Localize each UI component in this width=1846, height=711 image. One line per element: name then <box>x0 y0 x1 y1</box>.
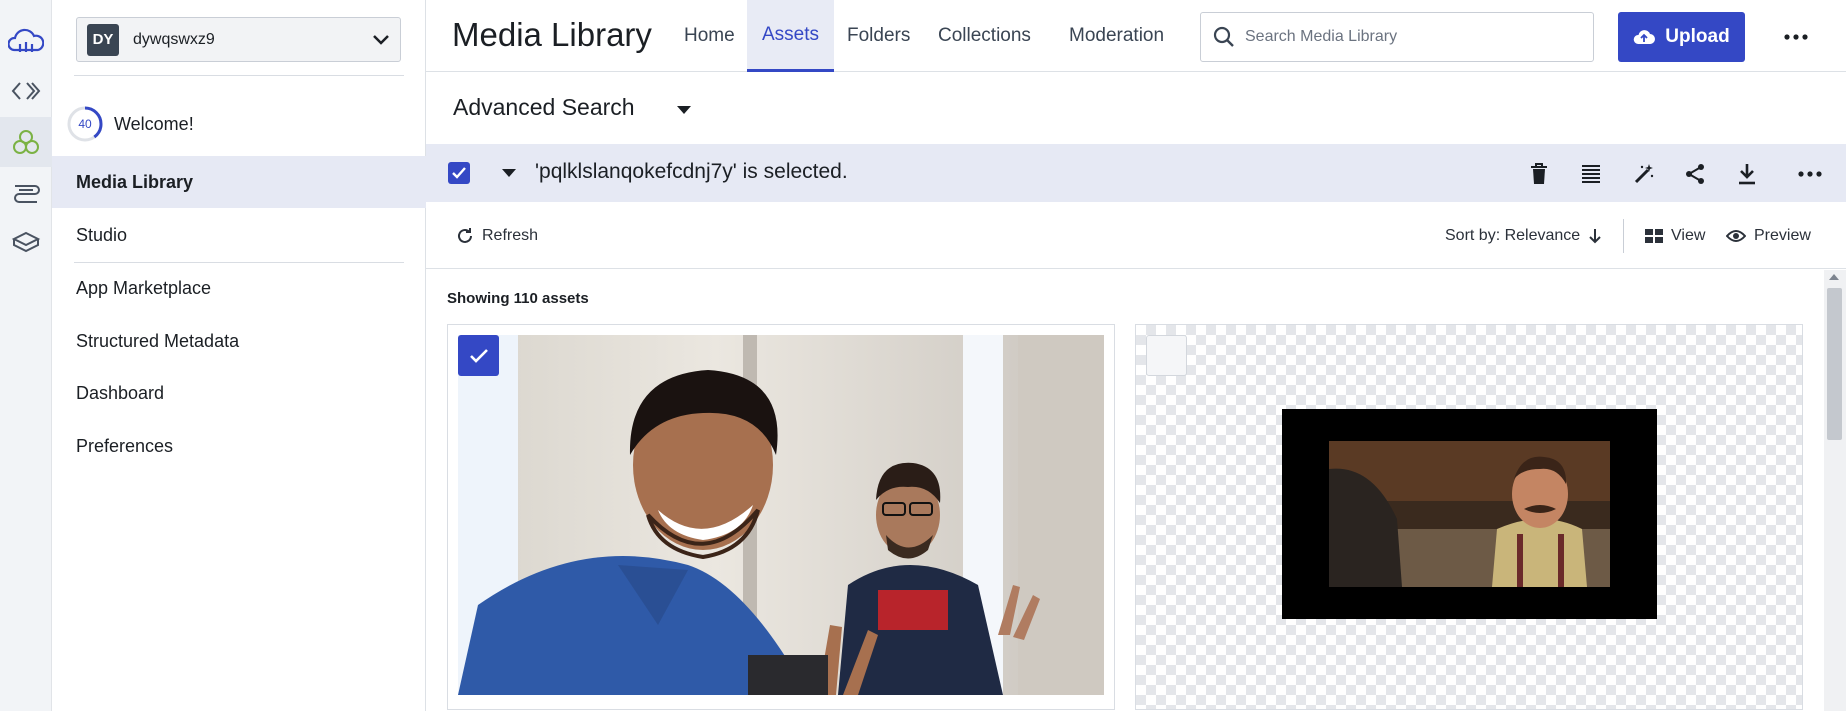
advanced-search-label[interactable]: Advanced Search <box>453 94 635 121</box>
page-title: Media Library <box>452 16 652 53</box>
top-header: Media Library Home Assets Folders Collec… <box>426 0 1846 72</box>
asset-thumbnail-photo <box>458 335 1104 695</box>
download-icon[interactable] <box>1731 158 1763 190</box>
welcome-progress-value: 40 <box>78 117 92 131</box>
search-input[interactable] <box>1245 28 1565 46</box>
chevron-down-icon <box>373 34 389 45</box>
asset-count: Showing 110 assets <box>447 290 589 307</box>
tab-folders[interactable]: Folders <box>832 0 925 72</box>
assets-grid: Showing 110 assets <box>426 270 1846 711</box>
sidebar: DY dywqswxz9 40 Welcome! Media Library S… <box>52 0 426 711</box>
scroll-up-arrow-icon[interactable] <box>1829 274 1839 280</box>
welcome-item[interactable]: 40 Welcome! <box>66 106 194 142</box>
view-button[interactable]: View <box>1645 222 1705 250</box>
delete-icon[interactable] <box>1523 158 1555 190</box>
eye-icon <box>1726 230 1746 242</box>
welcome-label: Welcome! <box>114 113 194 134</box>
preview-button[interactable]: Preview <box>1726 222 1811 250</box>
asset-select-checkbox[interactable] <box>458 335 499 376</box>
selection-status: 'pqlklslanqokefcdnj7y' is selected. <box>535 160 848 183</box>
select-all-checkbox[interactable] <box>448 162 470 184</box>
scrollbar-thumb[interactable] <box>1827 288 1842 440</box>
advanced-search-row: Advanced Search <box>426 72 1846 144</box>
tab-moderation[interactable]: Moderation <box>1054 0 1179 72</box>
asset-thumbnail-video <box>1282 409 1657 619</box>
refresh-button[interactable]: Refresh <box>456 222 538 250</box>
cloud-upload-icon <box>1634 30 1656 44</box>
sidebar-divider <box>74 75 404 76</box>
upload-label: Upload <box>1665 26 1730 47</box>
content-scrollbar[interactable] <box>1824 270 1846 711</box>
asset-card[interactable] <box>1135 324 1803 710</box>
view-label: View <box>1671 227 1706 244</box>
grid-view-icon <box>1645 229 1663 243</box>
sidebar-item-studio[interactable]: Studio <box>52 209 426 261</box>
selection-bar: 'pqlklslanqokefcdnj7y' is selected. <box>426 144 1846 202</box>
more-icon[interactable] <box>1778 22 1814 52</box>
code-icon[interactable] <box>0 66 52 116</box>
arrow-down-icon <box>1589 229 1601 244</box>
sidebar-item-app-marketplace[interactable]: App Marketplace <box>52 262 426 314</box>
preview-label: Preview <box>1754 227 1811 244</box>
refresh-icon <box>458 228 472 243</box>
asset-card[interactable] <box>447 324 1115 710</box>
list-icon[interactable] <box>1575 158 1607 190</box>
planet-icon[interactable] <box>0 217 52 267</box>
sidebar-item-dashboard[interactable]: Dashboard <box>52 367 426 419</box>
sort-label: Sort by: Relevance <box>1445 227 1581 244</box>
check-icon <box>469 348 488 363</box>
assets-icon[interactable] <box>0 117 52 167</box>
environment-avatar: DY <box>87 23 119 56</box>
cloud-logo-icon[interactable] <box>0 16 52 66</box>
asset-toolbar: Refresh Sort by: Relevance View Preview <box>426 202 1846 269</box>
more-icon[interactable] <box>1794 158 1826 190</box>
tab-collections[interactable]: Collections <box>923 0 1046 72</box>
caret-down-icon[interactable] <box>496 161 522 185</box>
toolbar-divider <box>1623 219 1624 253</box>
sort-button[interactable]: Sort by: Relevance <box>1445 222 1602 250</box>
sidebar-item-media-library[interactable]: Media Library <box>52 156 426 208</box>
search-box <box>1200 12 1594 62</box>
magic-wand-icon[interactable] <box>1628 158 1660 190</box>
check-icon <box>452 167 466 179</box>
progress-ring-icon: 40 <box>67 106 103 142</box>
refresh-label: Refresh <box>482 227 539 244</box>
caret-down-icon[interactable] <box>669 98 699 122</box>
environment-name: dywqswxz9 <box>133 30 215 48</box>
tab-home[interactable]: Home <box>669 0 750 72</box>
icon-rail <box>0 0 52 711</box>
sidebar-item-preferences[interactable]: Preferences <box>52 420 426 472</box>
sidebar-item-structured-metadata[interactable]: Structured Metadata <box>52 315 426 367</box>
stack-icon[interactable] <box>0 167 52 217</box>
asset-select-checkbox[interactable] <box>1146 335 1187 376</box>
tab-assets[interactable]: Assets <box>747 0 835 72</box>
share-icon[interactable] <box>1679 158 1711 190</box>
search-icon <box>1213 26 1234 47</box>
environment-selector[interactable]: DY dywqswxz9 <box>76 17 401 62</box>
upload-button[interactable]: Upload <box>1618 12 1745 62</box>
